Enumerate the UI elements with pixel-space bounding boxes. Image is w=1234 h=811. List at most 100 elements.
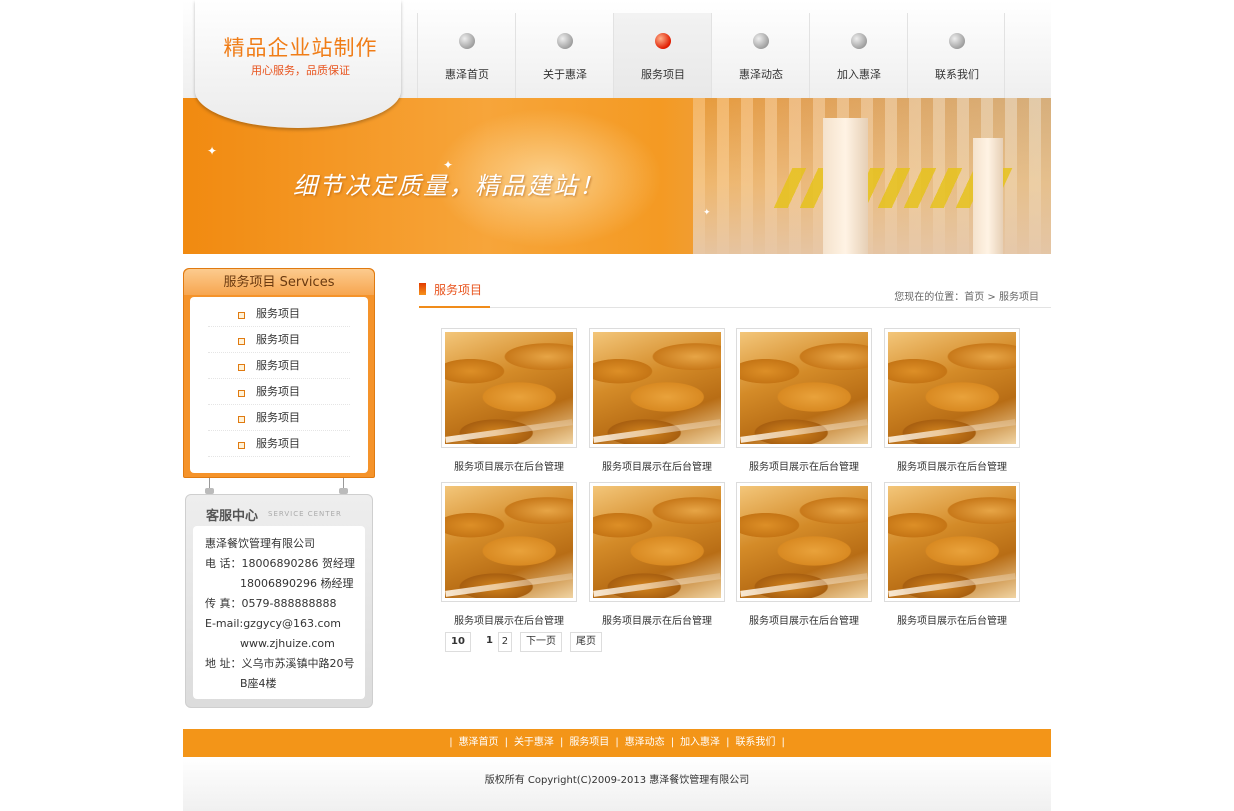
sidebar-title: 服务项目 Services [184, 269, 374, 295]
service-center: 客服中心 SERVICE CENTER 惠泽餐饮管理有限公司 电 话：18006… [185, 494, 373, 708]
food-image [888, 332, 1016, 444]
service-caption[interactable]: 服务项目展示在后台管理 [441, 458, 577, 473]
banner-pillar [973, 138, 1003, 254]
nav-item-join[interactable]: 加入惠泽 [809, 13, 907, 98]
service-thumbnail[interactable] [589, 328, 725, 448]
page-link-2[interactable]: 2 [497, 632, 512, 652]
sidebar-item[interactable]: 服务项目 [208, 405, 350, 431]
address-line: B座4楼 [240, 677, 277, 690]
banner-slogan: 细节决定质量，精品建站！ [293, 172, 605, 200]
section-title: 服务项目 [434, 283, 483, 297]
nav-item-services[interactable]: 服务项目 [613, 13, 711, 98]
separator: | [726, 737, 730, 748]
service-center-subtitle: SERVICE CENTER [268, 510, 342, 518]
service-thumbnail[interactable] [441, 328, 577, 448]
sidebar-item[interactable]: 服务项目 [208, 431, 350, 457]
nav-item-home[interactable]: 惠泽首页 [417, 13, 515, 98]
logo-subtitle: 用心服务，品质保证 [251, 64, 350, 77]
nav-dot-icon [655, 33, 671, 49]
email-line: E-mail:gzgycy@163.com [205, 617, 341, 630]
footer-link-news[interactable]: 惠泽动态 [625, 737, 665, 748]
sparkle-icon: ✦ [703, 208, 711, 218]
nav-item-news[interactable]: 惠泽动态 [711, 13, 809, 98]
service-center-info: 惠泽餐饮管理有限公司 电 话：18006890286 贺经理 180068902… [193, 526, 365, 699]
food-image [593, 332, 721, 444]
food-image [888, 486, 1016, 598]
service-caption[interactable]: 服务项目展示在后台管理 [589, 612, 725, 627]
sidebar-item[interactable]: 服务项目 [208, 353, 350, 379]
sidebar-item[interactable]: 服务项目 [208, 327, 350, 353]
last-page-button[interactable]: 尾页 [569, 632, 602, 652]
service-card[interactable]: 服务项目展示在后台管理 [441, 328, 577, 473]
separator: | [615, 737, 619, 748]
phone-line: 18006890296 杨经理 [240, 577, 354, 590]
footer-nav: | 惠泽首页 | 关于惠泽 | 服务项目 | 惠泽动态 | 加入惠泽 | 联系我们 | [183, 729, 1051, 757]
nav-dot-icon [557, 33, 573, 49]
nav-item-contact[interactable]: 联系我们 [907, 13, 1005, 98]
logo-title: 精品企业站制作 [223, 36, 378, 60]
service-thumbnail[interactable] [441, 482, 577, 602]
service-thumbnail[interactable] [589, 482, 725, 602]
separator: | [449, 737, 453, 748]
footer-link-about[interactable]: 关于惠泽 [514, 737, 554, 748]
copyright: 版权所有 Copyright(C)2009-2013 惠泽餐饮管理有限公司 [484, 775, 750, 786]
nav-label: 联系我们 [935, 68, 979, 81]
footer-copyright-bar: 版权所有 Copyright(C)2009-2013 惠泽餐饮管理有限公司 [183, 757, 1051, 811]
hanger-icon [205, 478, 214, 494]
footer-link-services[interactable]: 服务项目 [569, 737, 609, 748]
service-caption[interactable]: 服务项目展示在后台管理 [736, 458, 872, 473]
sidebar-list-panel: 服务项目 服务项目 服务项目 服务项目 服务项目 服务项目 [190, 297, 368, 473]
website-line: www.zjhuize.com [240, 637, 335, 650]
section-header: 服务项目 您现在的位置：首页 > 服务项目 [419, 280, 1051, 308]
pagination: 10 1 2 下一页 尾页 [445, 632, 610, 652]
nav-dot-icon [949, 33, 965, 49]
footer-link-home[interactable]: 惠泽首页 [459, 737, 499, 748]
sidebar-services: 服务项目 Services 服务项目 服务项目 服务项目 服务项目 服务项目 服… [183, 268, 375, 478]
service-card[interactable]: 服务项目展示在后台管理 [589, 482, 725, 627]
food-image [740, 332, 868, 444]
phone-line: 电 话：18006890286 贺经理 [205, 557, 355, 570]
header: 精品企业站制作 用心服务，品质保证 惠泽首页 关于惠泽 服务项目 惠泽动态 加入… [183, 0, 1051, 128]
service-card[interactable]: 服务项目展示在后台管理 [884, 328, 1020, 473]
service-caption[interactable]: 服务项目展示在后台管理 [441, 612, 577, 627]
company-name: 惠泽餐饮管理有限公司 [205, 537, 315, 550]
separator: | [670, 737, 675, 748]
address-line: 地 址：义乌市苏溪镇中路20号 [205, 657, 355, 670]
nav-item-about[interactable]: 关于惠泽 [515, 13, 613, 98]
nav-label: 服务项目 [641, 68, 685, 81]
separator: | [504, 737, 508, 748]
service-caption[interactable]: 服务项目展示在后台管理 [884, 612, 1020, 627]
current-page: 1 [486, 635, 493, 646]
nav-dot-icon [753, 33, 769, 49]
service-card[interactable]: 服务项目展示在后台管理 [441, 482, 577, 627]
service-caption[interactable]: 服务项目展示在后台管理 [589, 458, 725, 473]
service-thumbnail[interactable] [884, 328, 1020, 448]
footer-link-join[interactable]: 加入惠泽 [680, 737, 720, 748]
service-thumbnail[interactable] [736, 328, 872, 448]
nav-label: 关于惠泽 [543, 68, 587, 81]
banner-pillar [823, 118, 868, 254]
service-card[interactable]: 服务项目展示在后台管理 [884, 482, 1020, 627]
section-title-wrap: 服务项目 [419, 280, 491, 308]
sidebar-item[interactable]: 服务项目 [208, 379, 350, 405]
sidebar-item[interactable]: 服务项目 [208, 301, 350, 327]
hanger-icon [339, 478, 348, 494]
logo[interactable]: 精品企业站制作 用心服务，品质保证 [195, 0, 401, 128]
next-page-button[interactable]: 下一页 [519, 632, 562, 652]
service-center-title: 客服中心 [206, 509, 259, 524]
service-thumbnail[interactable] [736, 482, 872, 602]
separator: | [559, 737, 564, 748]
nav-dot-icon [851, 33, 867, 49]
nav-label: 惠泽首页 [445, 68, 489, 81]
service-thumbnail[interactable] [884, 482, 1020, 602]
footer-link-contact[interactable]: 联系我们 [735, 737, 775, 748]
nav-dot-icon [459, 33, 475, 49]
service-caption[interactable]: 服务项目展示在后台管理 [736, 612, 872, 627]
service-caption[interactable]: 服务项目展示在后台管理 [884, 458, 1020, 473]
food-image [740, 486, 868, 598]
sidebar-list: 服务项目 服务项目 服务项目 服务项目 服务项目 服务项目 [190, 297, 368, 457]
service-card[interactable]: 服务项目展示在后台管理 [589, 328, 725, 473]
service-card[interactable]: 服务项目展示在后台管理 [736, 328, 872, 473]
food-image [593, 486, 721, 598]
service-card[interactable]: 服务项目展示在后台管理 [736, 482, 872, 627]
